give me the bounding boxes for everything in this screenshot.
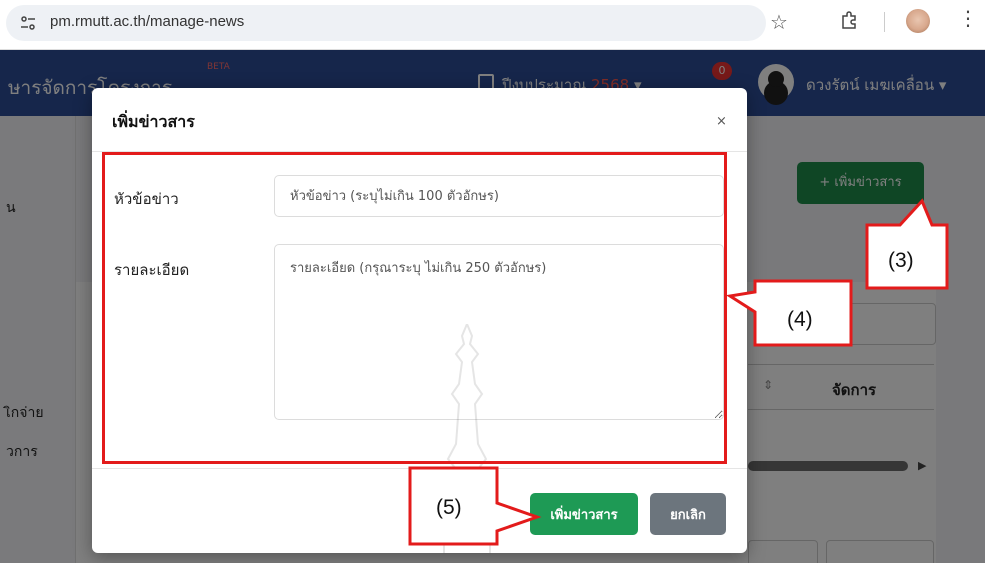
- address-bar[interactable]: pm.rmutt.ac.th/manage-news: [6, 5, 766, 41]
- close-icon[interactable]: ×: [716, 114, 727, 129]
- kebab-icon[interactable]: ⋮: [958, 8, 978, 28]
- puzzle-icon[interactable]: [840, 11, 858, 29]
- callout-step3: [865, 198, 949, 290]
- toolbar-divider: [884, 12, 885, 32]
- submit-news-button[interactable]: เพิ่มข่าวสาร: [530, 493, 638, 535]
- tune-icon[interactable]: [20, 16, 36, 30]
- browser-toolbar: pm.rmutt.ac.th/manage-news ☆ ⋮: [0, 0, 985, 50]
- star-icon[interactable]: ☆: [770, 10, 788, 34]
- cancel-button[interactable]: ยกเลิก: [650, 493, 726, 535]
- step-label-4: (4): [787, 308, 813, 331]
- screenshot-frame: pm.rmutt.ac.th/manage-news ☆ ⋮ ษารจัดการ…: [0, 0, 985, 563]
- step-label-5: (5): [436, 496, 462, 519]
- form-highlight-box: [102, 152, 727, 464]
- callout-step5: [408, 466, 542, 546]
- browser-profile-avatar[interactable]: [906, 9, 930, 33]
- url-text[interactable]: pm.rmutt.ac.th/manage-news: [50, 13, 244, 30]
- step-label-3: (3): [888, 249, 914, 272]
- modal-title: เพิ่มข่าวสาร: [112, 112, 195, 131]
